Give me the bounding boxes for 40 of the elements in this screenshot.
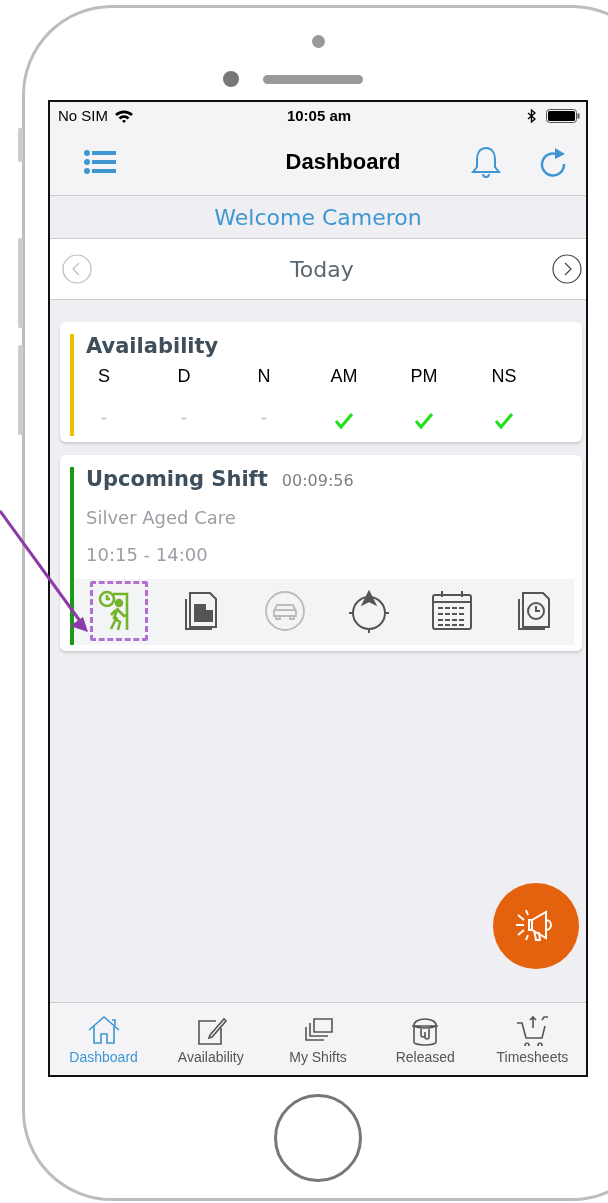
shift-type-label: S: [98, 366, 110, 388]
tab-item[interactable]: My Shifts: [264, 1003, 372, 1075]
battery-icon: [546, 108, 580, 123]
carrier-label: No SIM: [58, 107, 108, 124]
home-icon: [86, 1013, 121, 1046]
unavailable-mark: -: [261, 408, 267, 430]
menu-icon[interactable]: [84, 150, 116, 174]
card-title: Availability: [86, 334, 220, 358]
wifi-icon: [114, 108, 134, 123]
shift-type-label: AM: [330, 366, 358, 388]
camera-icon: [223, 71, 239, 87]
card-title: Upcoming Shift: [86, 467, 268, 491]
status-time: 10:05 am: [286, 107, 352, 124]
speaker-icon: [263, 74, 363, 84]
notification-bell-icon[interactable]: [470, 145, 502, 179]
highlighted-action-button[interactable]: [90, 581, 148, 641]
tab-item[interactable]: Availability: [157, 1003, 265, 1075]
bluetooth-icon: [527, 108, 536, 123]
shift-type-label: NS: [491, 366, 517, 388]
calendar-icon: [429, 589, 474, 633]
car-icon: [263, 589, 308, 633]
shift-time: 10:15 - 14:00: [86, 544, 209, 565]
unavailable-mark: -: [101, 408, 107, 430]
unavailable-mark: -: [181, 408, 187, 430]
tab-item[interactable]: Timesheets: [478, 1003, 586, 1075]
next-day-icon[interactable]: [552, 254, 582, 284]
cart-icon: [515, 1013, 550, 1046]
shift-type-label: D: [177, 366, 191, 388]
previous-day-icon[interactable]: [62, 254, 92, 284]
shift-location: Silver Aged Care: [86, 507, 237, 528]
refresh-icon[interactable]: [538, 145, 568, 179]
compass-icon: [346, 589, 391, 633]
countdown-timer: 00:09:56: [281, 471, 354, 490]
shift-type-label: PM: [410, 366, 438, 388]
shift-type-label: N: [257, 366, 271, 388]
screen-title: Dashboard: [285, 149, 401, 175]
sensor-icon: [311, 35, 325, 48]
tab-item[interactable]: Released: [371, 1003, 479, 1075]
date-label: Today: [290, 256, 354, 282]
home-button[interactable]: [274, 1094, 362, 1182]
